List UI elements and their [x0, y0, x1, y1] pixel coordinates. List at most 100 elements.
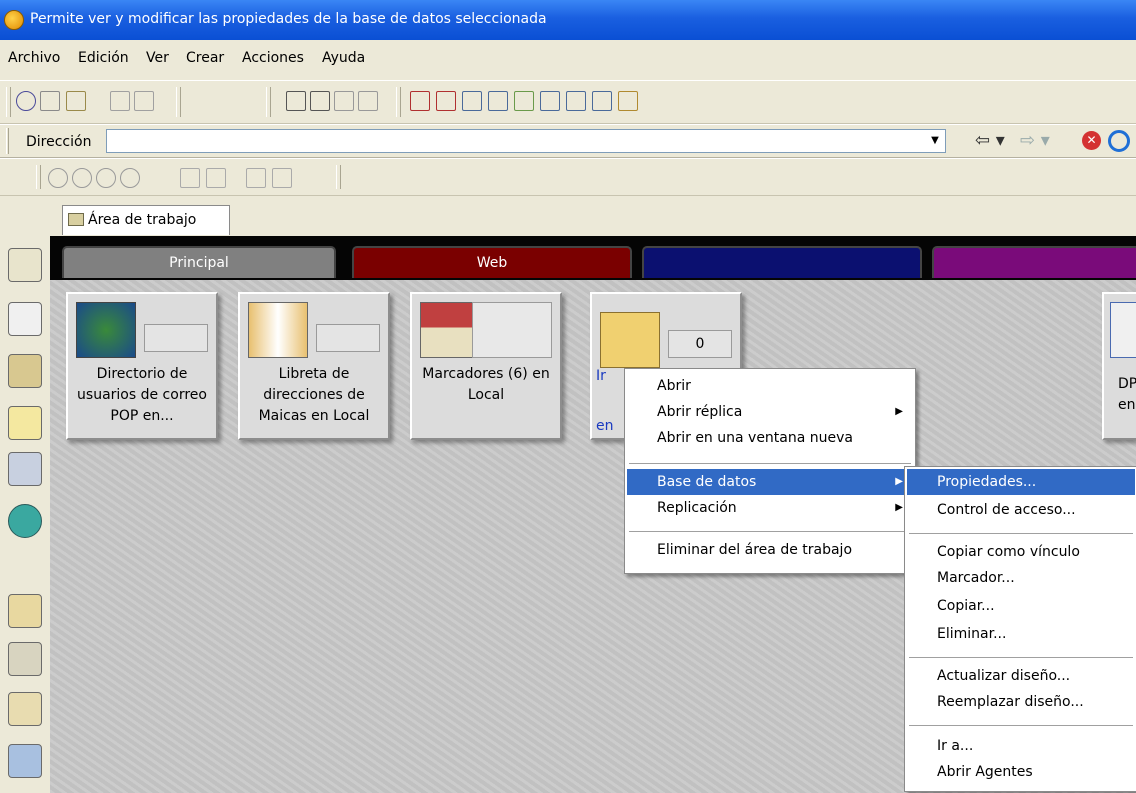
- doc-link-icon[interactable]: [566, 91, 586, 111]
- database-link-icon[interactable]: [488, 91, 508, 111]
- databases-folder-icon[interactable]: [8, 452, 42, 486]
- menu-item-base-de-datos[interactable]: Base de datos ▶: [627, 469, 913, 495]
- refresh-icon[interactable]: [1108, 130, 1130, 152]
- menu-item-label: Actualizar diseño...: [937, 668, 1071, 684]
- tile-label: Ir: [596, 368, 606, 384]
- document-icon[interactable]: [206, 168, 226, 188]
- database-tile[interactable]: DP en: [1102, 292, 1136, 440]
- speech-bubbles-icon[interactable]: [72, 168, 92, 188]
- menu-item-label: Base de datos: [657, 474, 757, 490]
- main-toolbar: [0, 80, 1136, 124]
- tile-label-line2: en: [1118, 397, 1136, 413]
- menu-item-abrir[interactable]: Abrir: [627, 373, 913, 399]
- forward-arrow-icon[interactable]: ⇨ ▾: [1020, 130, 1050, 151]
- context-menu: Abrir Abrir réplica ▶ Abrir en una ventan…: [624, 368, 916, 574]
- menu-item-replicacion[interactable]: Replicación ▶: [627, 495, 913, 521]
- menu-crear[interactable]: Crear: [186, 50, 224, 66]
- tab-label: Web: [476, 255, 508, 271]
- send-mail-icon[interactable]: [134, 91, 154, 111]
- database-tile[interactable]: Marcadores (6) en Local: [410, 292, 562, 440]
- edit-icon[interactable]: [110, 91, 130, 111]
- tab-blank-blue[interactable]: [642, 246, 922, 278]
- menu-item-label: Marcador...: [937, 570, 1015, 586]
- menu-item-ir-a[interactable]: Ir a...: [907, 733, 1135, 759]
- toolbar-grip[interactable]: [6, 87, 11, 117]
- menu-item-propiedades[interactable]: Propiedades...: [907, 469, 1135, 495]
- database-open-icon[interactable]: [540, 91, 560, 111]
- menu-separator: [909, 657, 1133, 658]
- new-icon[interactable]: [16, 91, 36, 111]
- menu-item-copiar[interactable]: Copiar...: [907, 593, 1135, 619]
- window-title: Permite ver y modificar las propiedades …: [30, 11, 547, 27]
- database-tile[interactable]: Directorio de usuarios de correo POP en.…: [66, 292, 218, 440]
- copy-icon[interactable]: [310, 91, 330, 111]
- menu-item-reemplazar-diseno[interactable]: Reemplazar diseño...: [907, 689, 1135, 715]
- tab-label: Principal: [169, 255, 229, 271]
- menu-ver[interactable]: Ver: [146, 50, 169, 66]
- compose-icon[interactable]: [410, 91, 430, 111]
- discussion-icon[interactable]: [8, 504, 42, 538]
- menu-item-copiar-vinculo[interactable]: Copiar como vínculo: [907, 539, 1135, 565]
- stop-icon[interactable]: ✕: [1082, 131, 1101, 150]
- menu-ayuda[interactable]: Ayuda: [322, 50, 365, 66]
- tab-blank-purple[interactable]: [932, 246, 1136, 278]
- address-grip[interactable]: [6, 128, 9, 154]
- calendar-icon[interactable]: [436, 91, 456, 111]
- unread-count: [144, 324, 208, 352]
- folder-icon[interactable]: [8, 692, 42, 726]
- toolbar-grip[interactable]: [36, 165, 41, 189]
- address-book-icon[interactable]: [8, 354, 42, 388]
- menu-item-eliminar[interactable]: Eliminar...: [907, 621, 1135, 647]
- tab-principal[interactable]: Principal: [62, 246, 336, 278]
- menu-item-label: Control de acceso...: [937, 502, 1076, 518]
- menu-item-label: Abrir: [657, 378, 691, 394]
- tab-label: Área de trabajo: [88, 212, 197, 228]
- speech-bubble-icon[interactable]: [96, 168, 116, 188]
- menu-item-marcador[interactable]: Marcador...: [907, 565, 1135, 591]
- book-icon: [1110, 302, 1136, 358]
- calendar-icon[interactable]: [8, 302, 42, 336]
- folder-link-icon[interactable]: [462, 91, 482, 111]
- view-icon[interactable]: [514, 91, 534, 111]
- databases-folder-icon[interactable]: [8, 642, 42, 676]
- menu-acciones[interactable]: Acciones: [242, 50, 304, 66]
- back-arrow-icon[interactable]: ⇦ ▾: [975, 130, 1005, 151]
- menu-item-label: Reemplazar diseño...: [937, 694, 1084, 710]
- todo-icon[interactable]: [8, 406, 42, 440]
- person-icon[interactable]: [180, 168, 200, 188]
- replicator-icon[interactable]: [8, 744, 42, 778]
- menu-item-label: Ir a...: [937, 738, 974, 754]
- window-cascade-icon[interactable]: [618, 91, 638, 111]
- notes-app-icon[interactable]: [4, 10, 24, 30]
- globe-directory-icon: [76, 302, 136, 358]
- mail-icon[interactable]: [8, 248, 42, 282]
- chevron-down-icon[interactable]: ▼: [926, 131, 944, 151]
- menu-item-abrir-agentes[interactable]: Abrir Agentes: [907, 759, 1135, 785]
- cut-icon[interactable]: [286, 91, 306, 111]
- paste-special-icon[interactable]: [358, 91, 378, 111]
- open-folder-icon[interactable]: [66, 91, 86, 111]
- person-icon[interactable]: [246, 168, 266, 188]
- speech-bubble-icon[interactable]: [48, 168, 68, 188]
- menu-item-control-acceso[interactable]: Control de acceso...: [907, 497, 1135, 523]
- tab-web[interactable]: Web: [352, 246, 632, 278]
- toolbar-separator: [176, 87, 181, 117]
- menu-edicion[interactable]: Edición: [78, 50, 129, 66]
- window-tile-icon[interactable]: [592, 91, 612, 111]
- menu-item-label: Eliminar del área de trabajo: [657, 542, 853, 558]
- favorites-folder-icon[interactable]: [8, 594, 42, 628]
- menu-archivo[interactable]: Archivo: [8, 50, 60, 66]
- menu-item-actualizar-diseno[interactable]: Actualizar diseño...: [907, 663, 1135, 689]
- menu-item-abrir-replica[interactable]: Abrir réplica ▶: [627, 399, 913, 425]
- menu-item-label: Abrir Agentes: [937, 764, 1033, 780]
- chevron-right-icon: ▶: [895, 476, 903, 487]
- address-input[interactable]: [106, 129, 946, 153]
- document-icon[interactable]: [272, 168, 292, 188]
- menu-item-eliminar-area[interactable]: Eliminar del área de trabajo: [627, 537, 913, 563]
- speech-bubbles-icon[interactable]: [120, 168, 140, 188]
- menu-item-abrir-ventana-nueva[interactable]: Abrir en una ventana nueva: [627, 425, 913, 451]
- menu-item-label: Copiar como vínculo: [937, 544, 1080, 560]
- database-tile[interactable]: Libreta de direcciones de Maicas en Loca…: [238, 292, 390, 440]
- save-icon[interactable]: [40, 91, 60, 111]
- paste-icon[interactable]: [334, 91, 354, 111]
